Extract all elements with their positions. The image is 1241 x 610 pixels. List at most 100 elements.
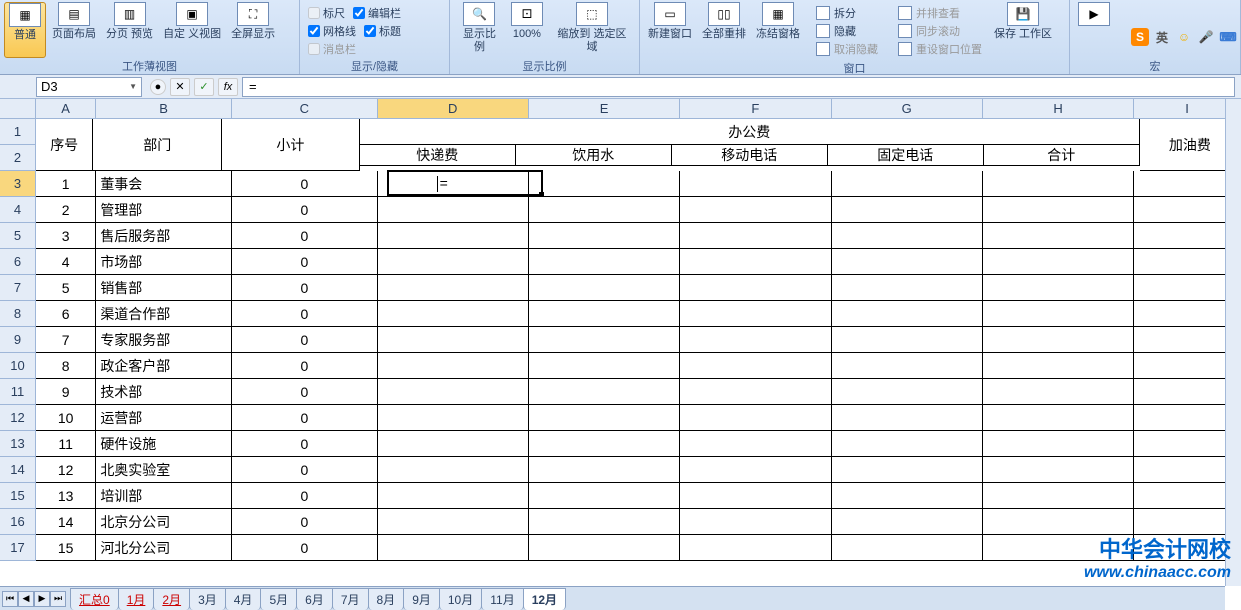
cell-dept[interactable]: 北奥实验室 (96, 457, 232, 483)
row-header-1[interactable]: 1 (0, 119, 36, 145)
cell-data[interactable] (529, 275, 680, 301)
view-pagebreak-button[interactable]: ▥分页 预览 (102, 2, 157, 58)
cell-data[interactable] (529, 483, 680, 509)
sheet-tab-9月[interactable]: 9月 (403, 588, 440, 610)
cell-data[interactable] (832, 457, 983, 483)
cell-data[interactable] (983, 405, 1134, 431)
cell-dept[interactable]: 专家服务部 (96, 327, 232, 353)
cell-data[interactable] (680, 223, 831, 249)
col-header-B[interactable]: B (96, 99, 232, 119)
cell-dept[interactable]: 技术部 (96, 379, 232, 405)
cell-data[interactable] (983, 197, 1134, 223)
chk-formulabar[interactable]: 编辑栏 (349, 4, 405, 22)
col-header-F[interactable]: F (680, 99, 831, 119)
cell-data[interactable] (378, 301, 529, 327)
row-header-15[interactable]: 15 (0, 483, 36, 509)
cell-subtotal[interactable]: 0 (232, 457, 378, 483)
syncscroll-button[interactable]: 同步滚动 (894, 22, 986, 40)
view-custom-button[interactable]: ▣自定 义视图 (159, 2, 225, 58)
enter-formula-button[interactable]: ✓ (194, 78, 214, 96)
cell-data[interactable] (832, 405, 983, 431)
cell-seq[interactable]: 6 (36, 301, 96, 327)
cell-data[interactable] (983, 223, 1134, 249)
cell-data[interactable] (680, 353, 831, 379)
cell-data[interactable] (680, 197, 831, 223)
col-header-C[interactable]: C (232, 99, 378, 119)
cell-dept[interactable]: 培训部 (96, 483, 232, 509)
cell-seq[interactable]: 4 (36, 249, 96, 275)
select-all-corner[interactable] (0, 99, 36, 119)
cell-subtotal[interactable]: 0 (232, 327, 378, 353)
cell-data[interactable] (680, 301, 831, 327)
cell-dept[interactable]: 售后服务部 (96, 223, 232, 249)
header-seq[interactable]: 序号 (36, 119, 93, 171)
cell-data[interactable] (529, 171, 680, 197)
cell-data[interactable] (983, 275, 1134, 301)
cell-data[interactable] (832, 223, 983, 249)
row-header-4[interactable]: 4 (0, 197, 36, 223)
cell-seq[interactable]: 5 (36, 275, 96, 301)
fx-button[interactable]: fx (218, 78, 238, 96)
view-layout-button[interactable]: ▤页面布局 (48, 2, 100, 58)
cell-data[interactable] (529, 431, 680, 457)
zoom-100-button[interactable]: ⚀100% (507, 2, 547, 58)
row-header-5[interactable]: 5 (0, 223, 36, 249)
cell-seq[interactable]: 13 (36, 483, 96, 509)
tab-next-button[interactable]: ▶ (34, 591, 50, 607)
expand-formula-icon[interactable]: ● (150, 79, 166, 95)
cell-data[interactable] (529, 197, 680, 223)
col-header-E[interactable]: E (529, 99, 680, 119)
cell-data[interactable] (832, 379, 983, 405)
cell-data[interactable] (378, 405, 529, 431)
cell-data[interactable] (680, 535, 831, 561)
cell-data[interactable] (983, 483, 1134, 509)
zoom-selection-button[interactable]: ⬚缩放到 选定区域 (549, 2, 635, 58)
cell-dept[interactable]: 运营部 (96, 405, 232, 431)
cell-data[interactable] (983, 171, 1134, 197)
cell-data[interactable] (529, 379, 680, 405)
chk-ruler[interactable]: 标尺 (304, 4, 349, 22)
cell-subtotal[interactable]: 0 (232, 301, 378, 327)
cell-data[interactable] (832, 327, 983, 353)
cell-data[interactable] (378, 223, 529, 249)
cell-dept[interactable]: 硬件设施 (96, 431, 232, 457)
unhide-button[interactable]: 取消隐藏 (812, 40, 882, 58)
chk-messagebar[interactable]: 消息栏 (304, 40, 445, 58)
cell-data[interactable] (529, 457, 680, 483)
cell-subtotal[interactable]: 0 (232, 535, 378, 561)
cell-data[interactable] (680, 171, 831, 197)
col-header-G[interactable]: G (832, 99, 983, 119)
cell-seq[interactable]: 9 (36, 379, 96, 405)
cell-data[interactable] (378, 457, 529, 483)
cell-data[interactable] (378, 483, 529, 509)
cell-data[interactable] (680, 405, 831, 431)
cell-seq[interactable]: 2 (36, 197, 96, 223)
cell-data[interactable] (983, 509, 1134, 535)
cell-data[interactable] (529, 249, 680, 275)
header-water[interactable]: 饮用水 (516, 145, 672, 166)
save-workspace-button[interactable]: 💾保存 工作区 (990, 2, 1056, 58)
newwindow-button[interactable]: ▭新建窗口 (644, 2, 696, 58)
cell-data[interactable] (832, 171, 983, 197)
header-dept[interactable]: 部门 (93, 119, 222, 171)
cell-data[interactable] (529, 353, 680, 379)
sheet-tab-5月[interactable]: 5月 (260, 588, 297, 610)
sheet-tab-11月[interactable]: 11月 (481, 588, 523, 610)
sheet-tab-6月[interactable]: 6月 (296, 588, 333, 610)
sheet-tab-12月[interactable]: 12月 (523, 588, 566, 610)
cell-subtotal[interactable]: 0 (232, 353, 378, 379)
cell-data[interactable] (680, 431, 831, 457)
cell-data[interactable] (680, 249, 831, 275)
name-box[interactable]: D3▼ (36, 77, 142, 97)
cell-seq[interactable]: 15 (36, 535, 96, 561)
row-header-16[interactable]: 16 (0, 509, 36, 535)
row-header-8[interactable]: 8 (0, 301, 36, 327)
cell-dept[interactable]: 市场部 (96, 249, 232, 275)
cell-data[interactable] (378, 509, 529, 535)
ime-keyboard-icon[interactable]: ⌨ (1219, 28, 1237, 46)
hide-button[interactable]: 隐藏 (812, 22, 882, 40)
ime-logo-icon[interactable]: S (1131, 28, 1149, 46)
cell-data[interactable] (378, 353, 529, 379)
cell-subtotal[interactable]: 0 (232, 223, 378, 249)
cell-dept[interactable]: 董事会 (96, 171, 232, 197)
